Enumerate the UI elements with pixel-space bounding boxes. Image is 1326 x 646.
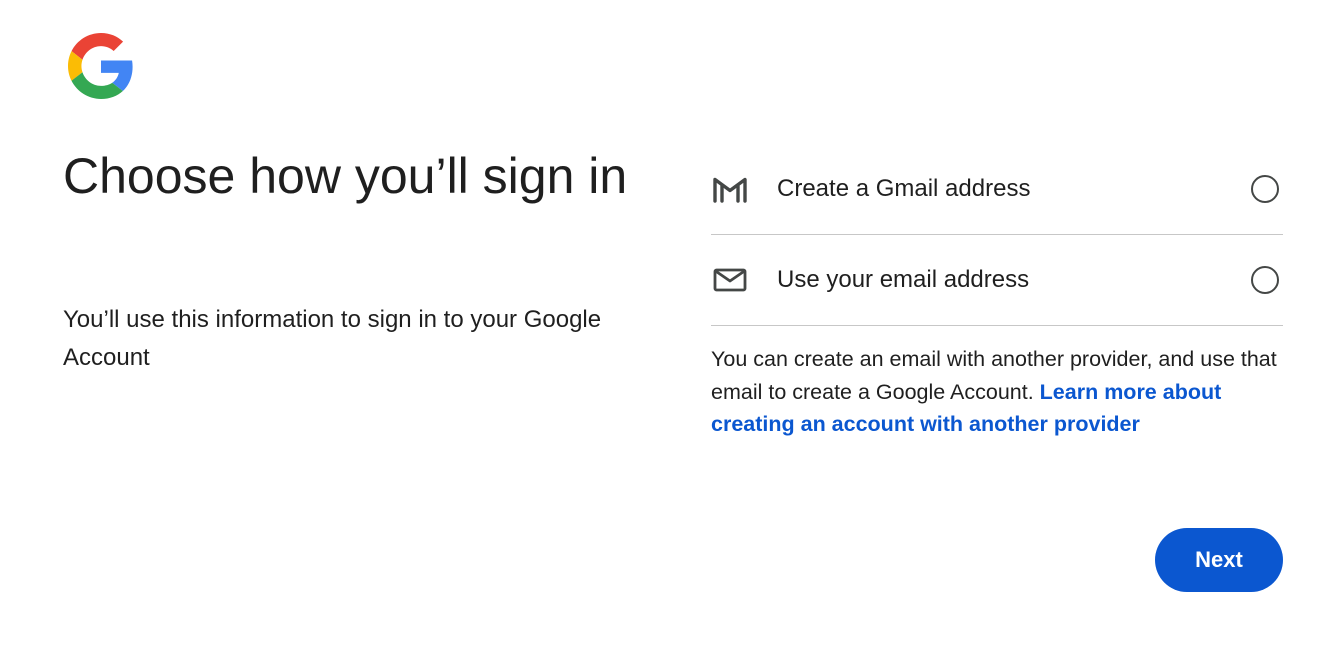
radio-button[interactable] — [1251, 266, 1279, 294]
option-label: Use your email address — [777, 266, 1030, 293]
mail-icon — [711, 266, 751, 294]
gmail-icon — [711, 175, 751, 203]
page-subtitle: You’ll use this information to sign in t… — [63, 306, 602, 371]
radio-button[interactable] — [1251, 175, 1279, 203]
next-button[interactable]: Next — [1155, 528, 1283, 592]
sign-in-options: Create a Gmail address Use your email ad… — [711, 144, 1283, 326]
google-logo-icon — [68, 33, 134, 99]
page-title: Choose how you’ll sign in — [63, 148, 628, 204]
option-use-email[interactable]: Use your email address — [711, 235, 1283, 326]
option-create-gmail[interactable]: Create a Gmail address — [711, 144, 1283, 235]
option-label: Create a Gmail address — [777, 175, 1031, 202]
help-text: You can create an email with another pro… — [711, 343, 1291, 441]
